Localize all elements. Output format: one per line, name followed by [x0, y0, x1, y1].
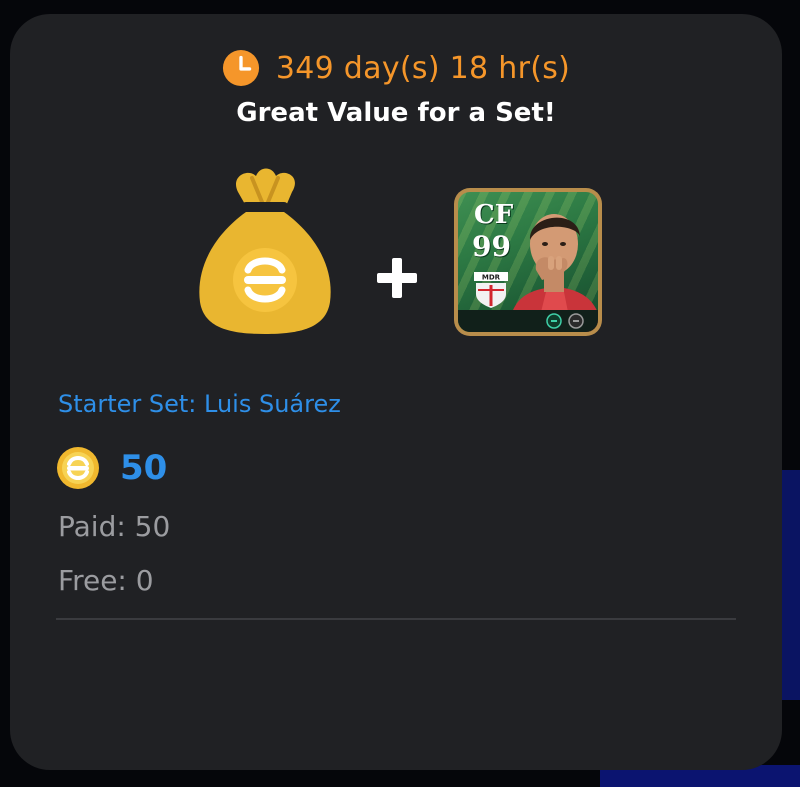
- skill-icon: [546, 313, 562, 329]
- clock-icon: [222, 49, 259, 87]
- club-badge-label: MDR: [482, 274, 501, 282]
- offer-card[interactable]: 349 day(s) 18 hr(s) Great Value for a Se…: [10, 14, 782, 770]
- player-rating: 99: [472, 230, 511, 263]
- player-position: CF: [474, 200, 514, 230]
- set-title: Starter Set: Luis Suárez: [58, 390, 341, 418]
- free-amount: Free: 0: [58, 564, 154, 597]
- screen: 349 day(s) 18 hr(s) Great Value for a Se…: [0, 0, 800, 787]
- offer-headline: Great Value for a Set!: [236, 98, 556, 128]
- efootball-coin-icon: [57, 447, 99, 489]
- price-row: 50: [56, 446, 167, 490]
- price-value: 50: [120, 448, 168, 488]
- skill-icon: [568, 313, 584, 329]
- paid-amount: Paid: 50: [58, 510, 171, 543]
- coin-bag-icon: [199, 168, 331, 334]
- player-card[interactable]: CF 99 MDR: [454, 188, 602, 336]
- divider: [56, 618, 736, 620]
- player-card-art: CF 99 MDR: [458, 192, 598, 332]
- plus-icon: [377, 258, 417, 298]
- timer-text: 349 day(s) 18 hr(s): [275, 50, 571, 86]
- offer-timer: 349 day(s) 18 hr(s): [10, 48, 782, 88]
- club-badge-icon: MDR: [474, 272, 508, 308]
